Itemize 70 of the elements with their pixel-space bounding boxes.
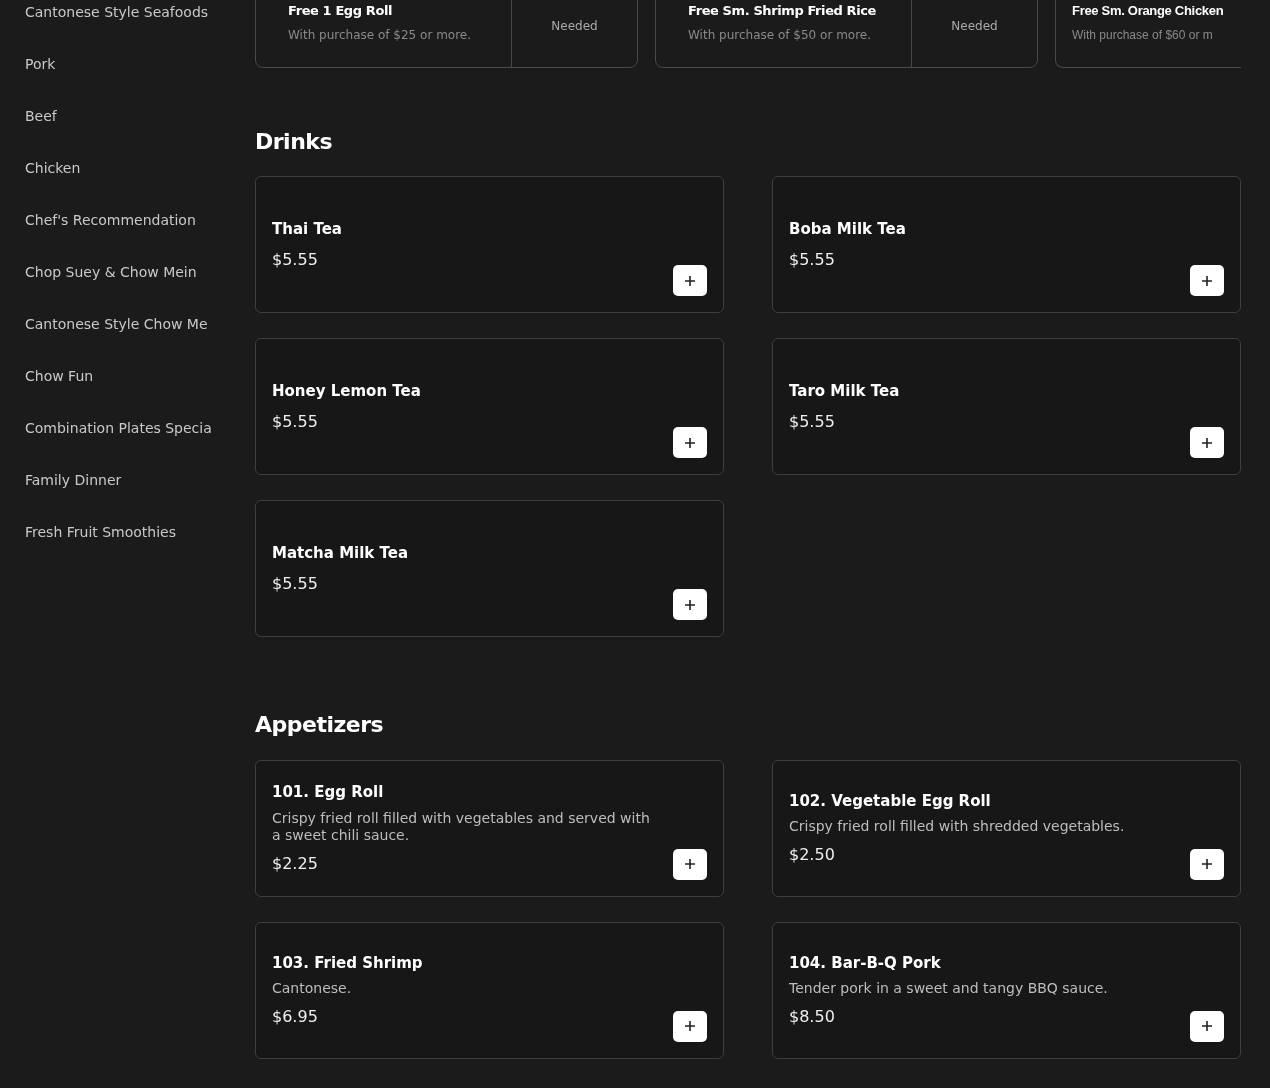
plus-icon <box>1201 436 1213 449</box>
category-link[interactable]: Fresh Fruit Smoothies <box>25 516 232 568</box>
add-button[interactable] <box>1190 265 1224 297</box>
category-link[interactable]: Combination Plates Specia <box>25 412 232 464</box>
item-description: Cantonese. <box>272 980 353 998</box>
section-heading: Drinks <box>255 129 334 156</box>
coupon-status: Needed <box>551 19 598 33</box>
item-name: Taro Milk Tea <box>789 380 900 402</box>
item-price: $5.55 <box>789 411 836 434</box>
category-link[interactable]: Chow Fun <box>25 360 232 412</box>
section-heading: Appetizers <box>255 712 385 739</box>
coupon-condition: With purchase of $60 or m <box>1072 26 1214 44</box>
menu-item-card[interactable]: Matcha Milk Tea $5.55 <box>255 500 724 638</box>
add-button[interactable] <box>673 427 707 459</box>
item-name: Thai Tea <box>272 218 342 240</box>
item-price: $2.25 <box>272 852 319 875</box>
add-button[interactable] <box>673 265 707 297</box>
item-name: 104. Bar-B-Q Pork <box>789 952 942 974</box>
item-name: 101. Egg Roll <box>272 782 385 804</box>
plus-icon <box>684 274 696 287</box>
item-name: 103. Fried Shrimp <box>272 952 423 974</box>
menu-item-card[interactable]: 103. Fried Shrimp Cantonese. $6.95 <box>255 921 724 1059</box>
plus-icon <box>1201 858 1213 871</box>
menu-item-card[interactable]: Thai Tea $5.55 <box>255 176 724 314</box>
add-button[interactable] <box>673 848 707 880</box>
category-link[interactable]: Cantonese Style Seafoods <box>25 0 232 48</box>
menu-item-card[interactable]: Taro Milk Tea $5.55 <box>772 338 1241 476</box>
coupon-status: Needed <box>951 19 998 33</box>
item-price: $2.50 <box>789 844 836 867</box>
item-price: $6.95 <box>272 1006 319 1029</box>
add-button[interactable] <box>1190 848 1224 880</box>
item-price: $5.55 <box>272 573 319 596</box>
coupon-title: Free 1 Egg Roll <box>288 2 394 20</box>
plus-icon <box>1201 274 1213 287</box>
coupon-title: Free Sm. Shrimp Fried Rice <box>688 2 877 20</box>
plus-icon <box>684 598 696 611</box>
item-name: Boba Milk Tea <box>789 218 906 240</box>
menu-item-card[interactable]: Honey Lemon Tea $5.55 <box>255 338 724 476</box>
item-price: $5.55 <box>789 249 836 272</box>
item-description: Tender pork in a sweet and tangy BBQ sauce. <box>789 980 1108 998</box>
coupon-condition: With purchase of $25 or more. <box>288 26 473 44</box>
item-price: $5.55 <box>272 249 319 272</box>
item-description: Crispy fried roll filled with vegetables and served with a sweet chili sauce. <box>272 809 651 844</box>
category-link[interactable]: Family Dinner <box>25 464 232 516</box>
item-description: Crispy fried roll filled with shredded vegetables. <box>789 818 1125 836</box>
menu-item-card[interactable]: 102. Vegetable Egg Roll Crispy fried roll filled with shredded vegetables. $2.50 <box>772 759 1241 897</box>
add-button[interactable] <box>673 1010 707 1042</box>
item-price: $5.55 <box>272 411 319 434</box>
category-link[interactable]: Cantonese Style Chow Me <box>25 308 232 360</box>
menu-item-card[interactable]: Boba Milk Tea $5.55 <box>772 176 1241 314</box>
category-link[interactable]: Chef's Recommendation <box>25 204 232 256</box>
category-link[interactable]: Beef <box>25 100 232 152</box>
item-price: $8.50 <box>789 1006 836 1029</box>
category-link[interactable]: Chop Suey & Chow Mein <box>25 256 232 308</box>
category-link[interactable]: Chicken <box>25 152 232 204</box>
coupon-title: Free Sm. Orange Chicken <box>1072 2 1225 20</box>
add-button[interactable] <box>1190 1010 1224 1042</box>
plus-icon <box>684 436 696 449</box>
plus-icon <box>1201 1020 1213 1033</box>
plus-icon <box>684 1020 696 1033</box>
plus-icon <box>684 858 696 871</box>
add-button[interactable] <box>1190 427 1224 459</box>
category-link[interactable]: Pork <box>25 48 232 100</box>
item-name: Matcha Milk Tea <box>272 542 409 564</box>
item-name: Honey Lemon Tea <box>272 380 421 402</box>
item-name: 102. Vegetable Egg Roll <box>789 790 992 812</box>
menu-item-card[interactable]: 104. Bar-B-Q Pork Tender pork in a sweet and tangy BBQ sauce. $8.50 <box>772 921 1241 1059</box>
coupon-condition: With purchase of $50 or more. <box>688 26 873 44</box>
add-button[interactable] <box>673 589 707 621</box>
menu-item-card[interactable]: 101. Egg Roll Crispy fried roll filled with vegetables and served with a sweet chili sauce. $2.25 <box>255 759 724 897</box>
